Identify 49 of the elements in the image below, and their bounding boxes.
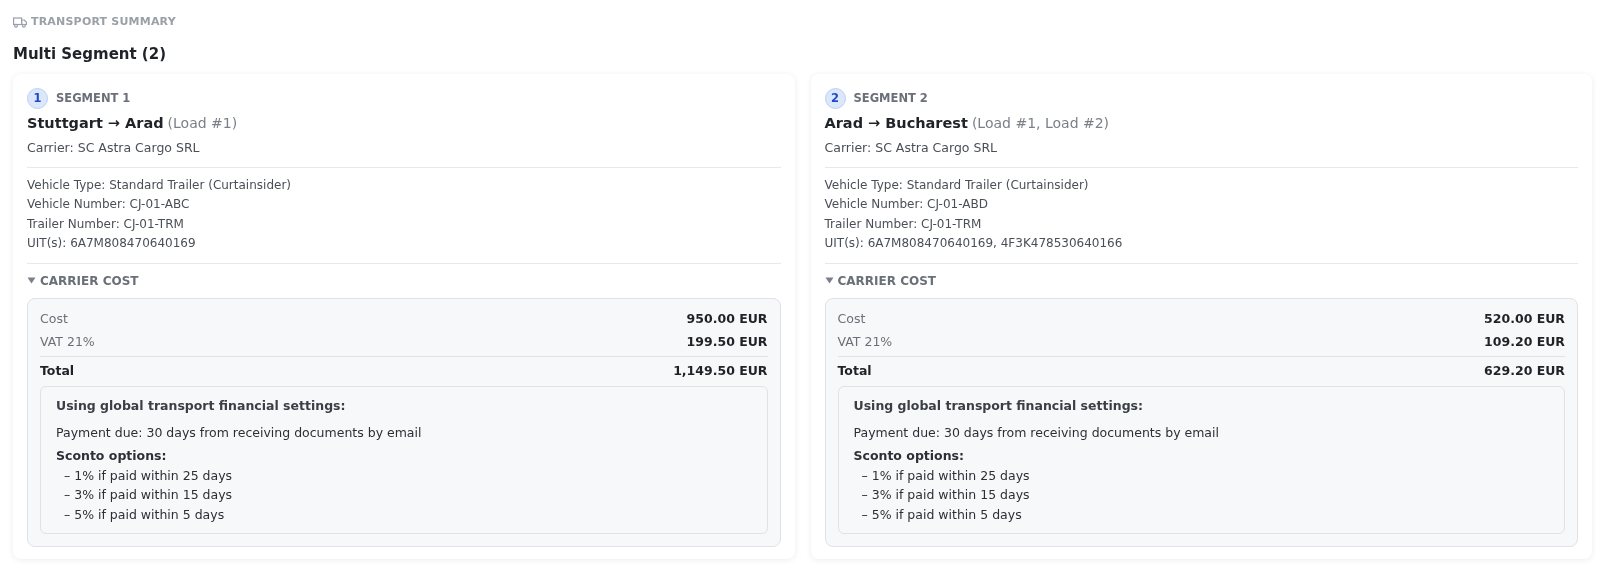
vehicle-detail: Trailer Number: CJ-01-TRM — [27, 215, 185, 233]
payment-terms: Payment due: 30 days from receiving documents by email — [853, 424, 1220, 443]
cost-label: Cost — [837, 309, 866, 328]
collapsible-header[interactable]: CARRIER COST — [837, 271, 936, 290]
collapsible-header[interactable]: CARRIER COST — [40, 271, 139, 290]
cost-value: 950.00 EUR — [686, 309, 768, 328]
cost-label: Total — [40, 361, 75, 380]
segment-label: SEGMENT 1 — [56, 89, 131, 107]
truck-icon — [13, 16, 27, 28]
sconto-title: Sconto options: — [853, 447, 966, 465]
carrier-name: Carrier: SC Astra Cargo SRL — [27, 138, 201, 157]
section-label: TRANSPORT SUMMARY — [31, 14, 176, 30]
cost-value: 1,149.50 EUR — [673, 361, 768, 380]
section-title: Multi Segment (2) — [13, 43, 168, 65]
carrier-name: Carrier: SC Astra Cargo SRL — [824, 138, 999, 157]
vehicle-detail: UIT(s): 6A7M808470640169, 4F3K478530640166 — [824, 235, 1124, 252]
caret-down-icon[interactable] — [824, 276, 834, 285]
cost-label: Total — [837, 361, 872, 380]
vehicle-detail: Vehicle Type: Standard Trailer (Curtainsider) — [27, 176, 292, 194]
settings-title: Using global transport financial settings: — [853, 396, 1145, 415]
settings-title: Using global transport financial settings: — [56, 396, 347, 415]
route-title: Arad → Bucharest — [824, 115, 968, 131]
load-references: (Load #1) — [167, 115, 238, 131]
vehicle-detail: Vehicle Number: CJ-01-ABD — [824, 196, 989, 213]
sconto-title: Sconto options: — [56, 447, 168, 465]
sconto-option: – 1% if paid within 25 days — [853, 465, 1549, 486]
cost-label: VAT 21% — [837, 332, 893, 351]
cost-label: VAT 21% — [40, 332, 95, 351]
sconto-option: – 1% if paid within 25 days — [56, 465, 752, 486]
vehicle-detail: Vehicle Type: Standard Trailer (Curtainsider) — [824, 176, 1090, 194]
cost-value: 520.00 EUR — [1484, 309, 1565, 328]
route-title: Stuttgart → Arad — [27, 115, 164, 131]
cost-value: 199.50 EUR — [686, 332, 768, 351]
vehicle-detail: Vehicle Number: CJ-01-ABC — [27, 196, 191, 213]
segment-number-badge: 2 — [824, 88, 846, 109]
cost-label: Cost — [40, 309, 68, 328]
segment-label: SEGMENT 2 — [853, 89, 928, 107]
sconto-option: – 5% if paid within 5 days — [853, 504, 1549, 525]
vehicle-detail: Trailer Number: CJ-01-TRM — [824, 215, 983, 233]
sconto-option: – 3% if paid within 15 days — [853, 485, 1549, 505]
cost-value: 109.20 EUR — [1484, 332, 1565, 351]
load-references: (Load #1, Load #2) — [971, 115, 1110, 131]
payment-terms: Payment due: 30 days from receiving documents by email — [56, 424, 423, 443]
caret-down-icon[interactable] — [27, 276, 36, 285]
sconto-option: – 3% if paid within 15 days — [56, 485, 752, 505]
segment-number-badge: 1 — [27, 88, 48, 109]
sconto-option: – 5% if paid within 5 days — [56, 504, 752, 525]
cost-value: 629.20 EUR — [1484, 361, 1565, 380]
vehicle-detail: UIT(s): 6A7M808470640169 — [27, 235, 197, 252]
